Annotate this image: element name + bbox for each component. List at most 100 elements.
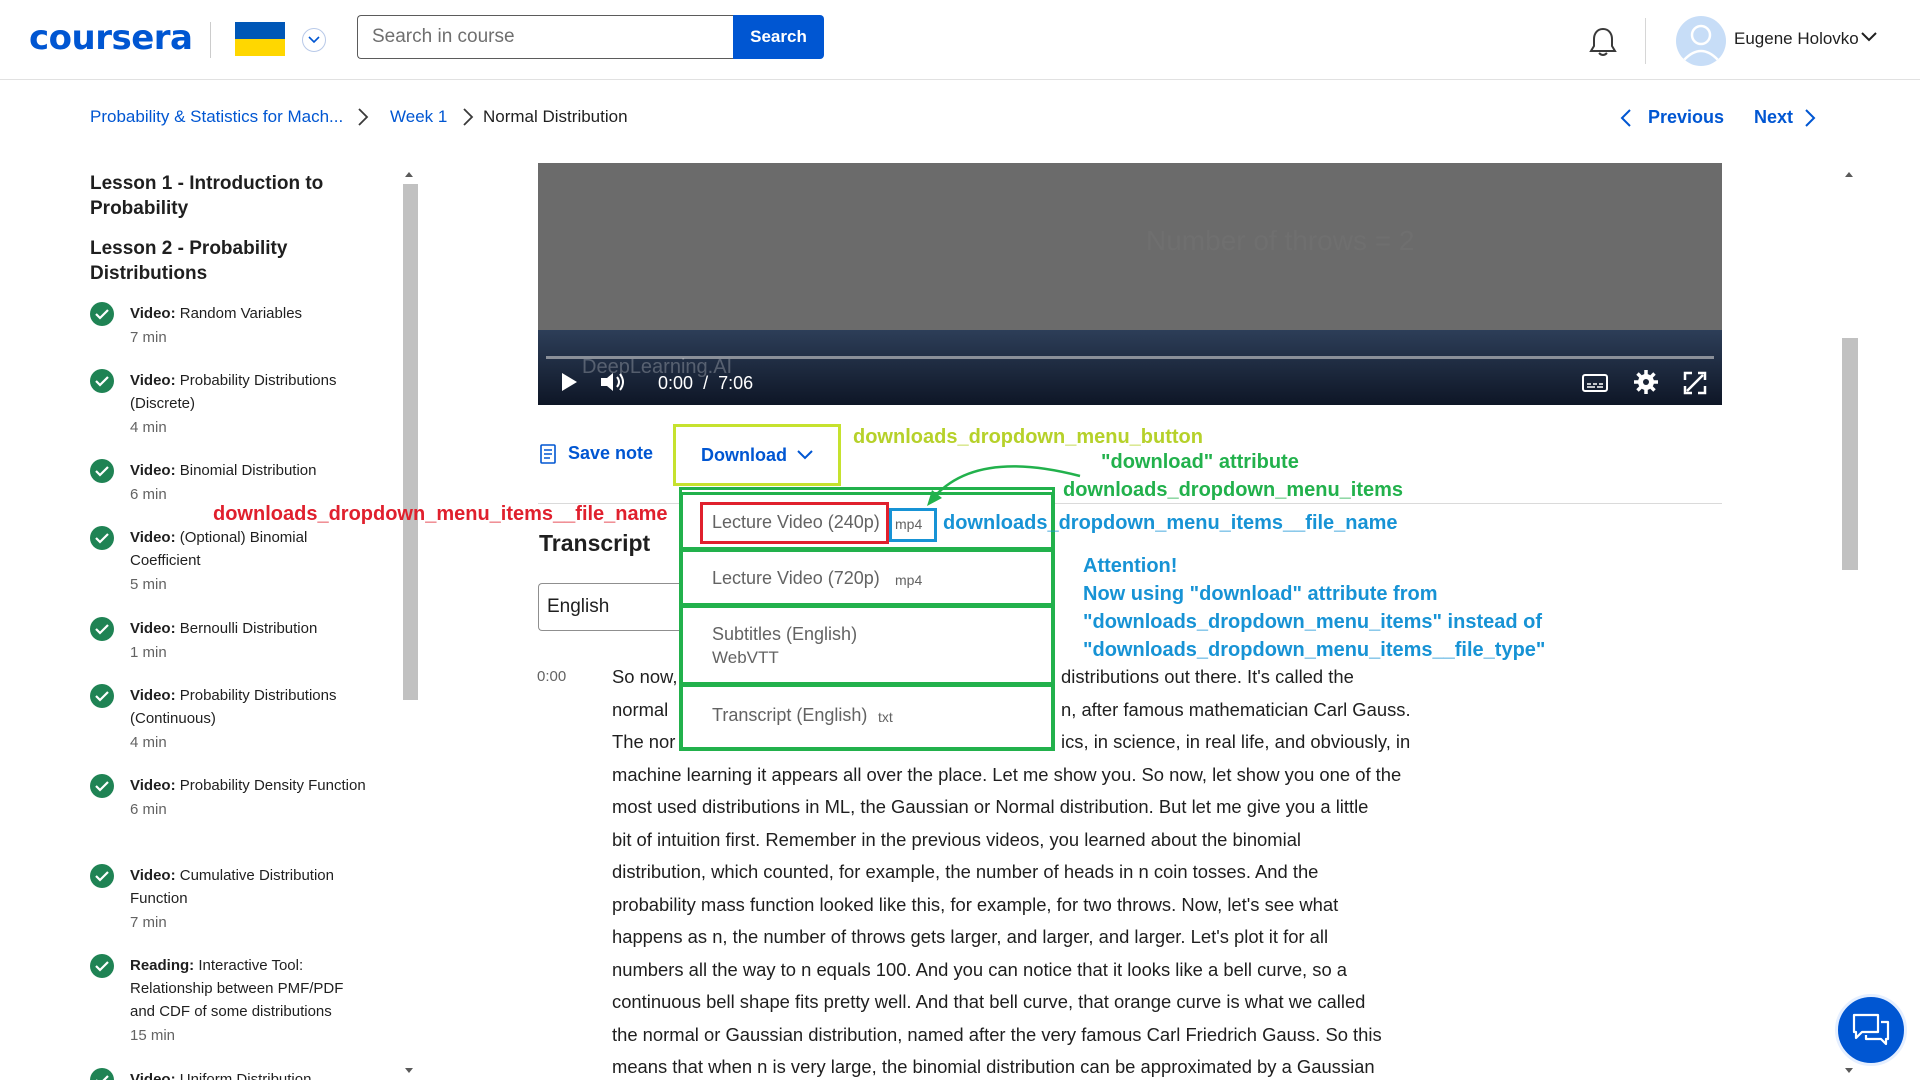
transcript-line[interactable]: The nor	[612, 731, 675, 753]
fullscreen-icon[interactable]	[1683, 371, 1707, 400]
item-duration: 4 min	[130, 734, 167, 751]
transcript-line[interactable]: happens as n, the number of throws gets …	[612, 926, 1328, 948]
chevron-down-icon[interactable]	[1860, 30, 1878, 48]
download-item-file-type: mp4	[895, 572, 923, 588]
annotation-attention: "downloads_dropdown_menu_items" instead …	[1083, 611, 1543, 633]
user-name[interactable]: Eugene Holovko	[1734, 29, 1859, 49]
chat-button[interactable]	[1835, 994, 1907, 1066]
transcript-line[interactable]: numbers all the way to n equals 100. And…	[612, 959, 1347, 981]
lesson-heading[interactable]: Lesson 2 - Probability Distributions	[90, 236, 330, 286]
check-circle-icon	[90, 684, 114, 708]
item-type: Video:	[130, 620, 176, 637]
item-title: Uniform Distribution	[179, 1071, 312, 1080]
sidebar-item-text: Reading: Interactive Tool: Relationship …	[130, 954, 370, 1047]
sidebar-item-text: Video: Uniform Distribution	[130, 1068, 370, 1080]
item-type: Video:	[130, 372, 176, 389]
chevron-down-icon[interactable]	[302, 28, 326, 52]
save-note-label: Save note	[568, 443, 654, 463]
sidebar-scrollbar-thumb[interactable]	[403, 184, 418, 700]
chevron-right-icon[interactable]	[1804, 109, 1816, 132]
search-button[interactable]: Search	[733, 15, 824, 59]
transcript-line[interactable]: distributions out there. It's called the	[1061, 666, 1354, 688]
captions-icon[interactable]	[1582, 374, 1608, 397]
item-title: Binomial Distribution	[179, 462, 317, 479]
annotation-arrow	[927, 465, 1081, 506]
top-header: coursera Search in course Search Eugene …	[0, 0, 1920, 80]
sidebar-item-text: Video: Random Variables 7 min	[130, 302, 370, 349]
check-circle-icon	[90, 954, 114, 978]
item-type: Video:	[130, 777, 176, 794]
volume-icon[interactable]	[600, 371, 628, 398]
previous-button[interactable]: Previous	[1648, 107, 1724, 128]
page-scrollbar[interactable]	[1840, 163, 1858, 1080]
play-icon[interactable]	[560, 372, 578, 397]
note-icon	[540, 443, 556, 464]
transcript-line[interactable]: n, after famous mathematician Carl Gauss…	[1061, 699, 1411, 721]
search-input[interactable]: Search in course	[357, 15, 733, 59]
annotation-items: downloads_dropdown_menu_items	[1063, 479, 1404, 501]
transcript-timestamp[interactable]: 0:00	[537, 668, 566, 685]
item-title: Random Variables	[179, 305, 303, 322]
breadcrumb-current: Normal Distribution	[483, 107, 628, 126]
check-circle-icon	[90, 369, 114, 393]
sidebar-item-text: Video: Binomial Distribution 6 min	[130, 459, 370, 506]
breadcrumb-week[interactable]: Week 1	[390, 107, 447, 127]
transcript-line[interactable]: distribution, which counted, for example…	[612, 861, 1318, 883]
coursera-logo[interactable]: coursera	[29, 18, 193, 58]
annotation-blue-box	[889, 508, 937, 542]
download-item-file-name: Transcript (English)	[712, 705, 868, 725]
check-circle-icon	[90, 864, 114, 888]
annotation-attention: Now using "download" attribute from	[1083, 583, 1438, 605]
transcript-line[interactable]: means that when n is very large, the bin…	[612, 1056, 1375, 1078]
item-type: Video:	[130, 305, 176, 322]
annotation-attention: "downloads_dropdown_menu_items__file_typ…	[1083, 639, 1546, 661]
annotation-button: downloads_dropdown_menu_button	[853, 426, 1203, 448]
annotation-file-name-right: downloads_dropdown_menu_items__file_name	[943, 512, 1398, 534]
annotation-attention: Attention!	[1083, 555, 1178, 577]
item-duration: 4 min	[130, 419, 167, 436]
chevron-down-icon	[797, 450, 813, 460]
check-circle-icon	[90, 617, 114, 641]
check-circle-icon	[90, 459, 114, 483]
annotation-download-attr: "download" attribute	[1101, 451, 1299, 473]
item-title: Probability Density Function	[179, 777, 366, 794]
video-player[interactable]: Number of throws = 2 DeepLearning.AI 0:0…	[538, 163, 1722, 405]
save-note-button[interactable]: Save note	[540, 443, 653, 464]
ukraine-flag-icon	[235, 22, 285, 56]
settings-gear-icon[interactable]	[1633, 369, 1659, 400]
sidebar-item-text: Video: Probability Density Function 6 min	[130, 774, 370, 821]
sidebar-item-text: Video: Probability Distributions (Contin…	[130, 684, 370, 754]
download-menu-item[interactable]: Subtitles (English) WebVTT	[680, 605, 1054, 685]
item-duration: 1 min	[130, 644, 167, 661]
transcript-line[interactable]: most used distributions in ML, the Gauss…	[612, 796, 1368, 818]
download-menu-item[interactable]: Transcript (English) txt	[680, 684, 1054, 750]
annotation-red-box	[700, 502, 889, 544]
page-scrollbar-thumb[interactable]	[1842, 338, 1858, 570]
transcript-line[interactable]: ics, in science, in real life, and obvio…	[1061, 731, 1410, 753]
download-item-file-name: Lecture Video (720p)	[712, 568, 880, 588]
transcript-line[interactable]: So now,	[612, 666, 677, 688]
avatar[interactable]	[1676, 16, 1726, 66]
item-duration: 7 min	[130, 914, 167, 931]
download-item-file-type: WebVTT	[712, 648, 779, 667]
language-select[interactable]: English	[538, 583, 688, 631]
chevron-left-icon[interactable]	[1620, 109, 1632, 132]
breadcrumb-course[interactable]: Probability & Statistics for Mach...	[90, 107, 343, 127]
item-duration: 7 min	[130, 329, 167, 346]
item-type: Video:	[130, 687, 176, 704]
bell-icon[interactable]	[1588, 26, 1618, 63]
lesson-heading[interactable]: Lesson 1 - Introduction to Probability	[90, 171, 330, 221]
transcript-line[interactable]: machine learning it appears all over the…	[612, 764, 1401, 786]
transcript-line[interactable]: bit of intuition first. Remember in the …	[612, 829, 1301, 851]
transcript-line[interactable]: normal	[612, 699, 668, 721]
download-dropdown-button[interactable]: Download	[673, 424, 841, 486]
chevron-right-icon	[357, 108, 369, 131]
chevron-right-icon	[462, 108, 474, 131]
download-menu-item[interactable]: Lecture Video (720p) mp4	[680, 549, 1054, 606]
header-divider	[210, 22, 211, 58]
transcript-line[interactable]: the normal or Gaussian distribution, nam…	[612, 1024, 1382, 1046]
transcript-line[interactable]: continuous bell shape fits pretty well. …	[612, 991, 1365, 1013]
next-button[interactable]: Next	[1754, 107, 1793, 128]
item-type: Video:	[130, 529, 176, 546]
transcript-line[interactable]: probability mass function looked like th…	[612, 894, 1338, 916]
